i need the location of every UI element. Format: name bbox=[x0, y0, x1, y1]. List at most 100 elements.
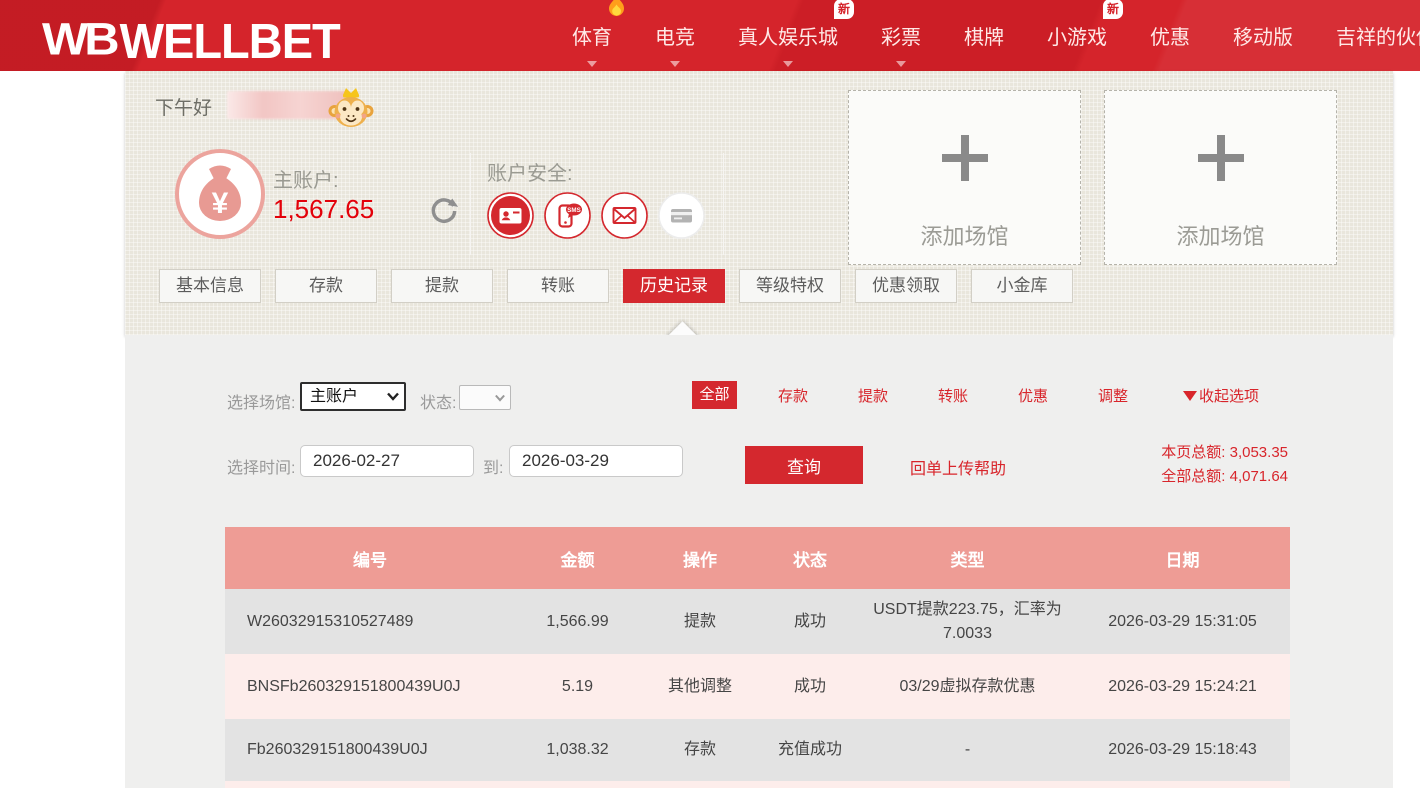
hot-flame-icon bbox=[608, 0, 625, 24]
cell-id: BNSFb260329151800439U0J bbox=[225, 654, 515, 719]
nav-item-mobile[interactable]: 移动版 bbox=[1233, 21, 1293, 50]
svg-text:¥: ¥ bbox=[212, 187, 229, 220]
cell-operation: 提款 bbox=[640, 589, 760, 654]
tab-withdraw[interactable]: 提款 bbox=[391, 269, 493, 303]
nav-item-promotions[interactable]: 优惠 bbox=[1150, 21, 1190, 50]
cell-date: 2026-03-29 15:18:43 bbox=[1075, 719, 1290, 781]
nav-item-sports[interactable]: 体育 bbox=[572, 0, 624, 67]
nav-item-lottery[interactable]: 彩票 bbox=[881, 21, 921, 67]
page-total-label: 本页总额: bbox=[1161, 444, 1226, 461]
venue-filter-label: 选择场馆: bbox=[227, 395, 296, 412]
cell-amount: 1,566.99 bbox=[515, 589, 640, 654]
status-select[interactable] bbox=[459, 385, 511, 410]
col-header-amount: 金额 bbox=[515, 527, 640, 589]
all-total-label: 全部总额: bbox=[1161, 468, 1226, 485]
cell-type: - bbox=[860, 719, 1075, 781]
cell-amount: 5.19 bbox=[515, 654, 640, 719]
type-tab-withdraw[interactable]: 提款 bbox=[833, 385, 913, 406]
receipt-upload-help-link[interactable]: 回单上传帮助 bbox=[910, 455, 1006, 479]
type-tab-deposit[interactable]: 存款 bbox=[753, 385, 833, 406]
tab-vip-privilege[interactable]: 等级特权 bbox=[739, 269, 841, 303]
refresh-balance-icon[interactable] bbox=[428, 195, 460, 227]
main-account-label: 主账户: bbox=[273, 170, 339, 192]
col-header-operation: 操作 bbox=[640, 527, 760, 589]
wellbet-logo[interactable]: WB WELLBET bbox=[42, 12, 341, 68]
account-page: WB WELLBET 体育 电竞 真人娱乐城 新 彩票 棋牌 小游戏 新 优惠 … bbox=[0, 0, 1420, 788]
add-venue-card[interactable]: 添加场馆 bbox=[848, 90, 1081, 265]
top-nav-bar: WB WELLBET 体育 电竞 真人娱乐城 新 彩票 棋牌 小游戏 新 优惠 … bbox=[0, 0, 1420, 71]
add-venue-label: 添加场馆 bbox=[920, 224, 1009, 249]
add-venue-label: 添加场馆 bbox=[1176, 224, 1265, 249]
main-nav-menu: 体育 电竞 真人娱乐城 新 彩票 棋牌 小游戏 新 优惠 移动版 吉祥的伙 bbox=[572, 0, 1420, 71]
greeting-text: 下午好 bbox=[155, 98, 213, 119]
add-venue-card[interactable]: 添加场馆 bbox=[1104, 90, 1337, 265]
chevron-down-icon bbox=[670, 61, 680, 67]
type-tab-transfer[interactable]: 转账 bbox=[913, 385, 993, 406]
table-row: Fb260329151800439U0J 1,038.32 存款 充值成功 - … bbox=[225, 719, 1290, 781]
all-total-value: 4,071.64 bbox=[1229, 468, 1288, 485]
sms-phone-icon[interactable]: SMS bbox=[544, 192, 591, 239]
table-row: BNSFb260329151800439U0J 5.19 其他调整 成功 03/… bbox=[225, 654, 1290, 719]
date-from-input[interactable] bbox=[300, 445, 474, 477]
cell-status: 成功 bbox=[760, 654, 860, 719]
tab-vault[interactable]: 小金库 bbox=[971, 269, 1073, 303]
cell-date: 2026-03-29 15:24:21 bbox=[1075, 654, 1290, 719]
type-tab-adjust[interactable]: 调整 bbox=[1073, 385, 1153, 406]
security-icons-group: SMS bbox=[487, 192, 705, 239]
new-badge: 新 bbox=[1102, 0, 1123, 19]
status-select-wrap bbox=[459, 385, 511, 410]
table-row: W26032915310527489 1,566.99 提款 成功 USDT提款… bbox=[225, 589, 1290, 654]
divider bbox=[723, 153, 724, 255]
chevron-down-icon bbox=[783, 61, 793, 67]
nav-label: 小游戏 bbox=[1047, 27, 1107, 49]
collapse-options-link[interactable]: 收起选项 bbox=[1183, 385, 1259, 406]
tab-promo-claim[interactable]: 优惠领取 bbox=[855, 269, 957, 303]
cell-operation: 存款 bbox=[640, 719, 760, 781]
history-section: 选择场馆: 主账户 状态: 全部 存款 提款 转账 优惠 调整 收起选项 选择时… bbox=[125, 335, 1393, 788]
tab-deposit[interactable]: 存款 bbox=[275, 269, 377, 303]
nav-label: 电竞 bbox=[655, 27, 695, 49]
type-tab-promo[interactable]: 优惠 bbox=[993, 385, 1073, 406]
account-balance: 1,567.65 bbox=[273, 194, 375, 224]
nav-label: 彩票 bbox=[881, 27, 921, 49]
new-badge: 新 bbox=[833, 0, 854, 19]
cell-id: W26032915310527489 bbox=[225, 589, 515, 654]
cell-type: 03/29虚拟存款优惠 bbox=[860, 654, 1075, 719]
col-header-date: 日期 bbox=[1075, 527, 1290, 589]
col-header-id: 编号 bbox=[225, 527, 515, 589]
query-button[interactable]: 查询 bbox=[745, 446, 863, 484]
tab-basic-info[interactable]: 基本信息 bbox=[159, 269, 261, 303]
id-card-icon[interactable] bbox=[487, 192, 534, 239]
divider bbox=[470, 153, 471, 255]
tab-history-active[interactable]: 历史记录 bbox=[623, 269, 725, 303]
email-icon[interactable] bbox=[601, 192, 648, 239]
cell-empty bbox=[225, 781, 1290, 788]
account-panel: 下午好 ¥ 主账户: 1,567.65 账户安全: SMS 基本信息 存款 提款… bbox=[125, 71, 1393, 335]
nav-item-mini-games[interactable]: 小游戏 新 bbox=[1047, 0, 1123, 50]
collapse-options-label: 收起选项 bbox=[1199, 388, 1260, 405]
nav-item-lucky-partner[interactable]: 吉祥的伙伴 bbox=[1336, 21, 1420, 50]
cell-operation: 其他调整 bbox=[640, 654, 760, 719]
nav-label: 吉祥的伙伴 bbox=[1336, 27, 1420, 49]
nav-item-board-games[interactable]: 棋牌 bbox=[964, 21, 1004, 50]
date-to-input[interactable] bbox=[509, 445, 683, 477]
time-filter-label: 选择时间: bbox=[227, 460, 296, 477]
page-total-value: 3,053.35 bbox=[1229, 444, 1288, 461]
nav-item-esports[interactable]: 电竞 bbox=[655, 21, 695, 67]
nav-label: 棋牌 bbox=[964, 27, 1004, 49]
all-total-line: 全部总额: 4,071.64 bbox=[1060, 465, 1288, 489]
chevron-down-icon bbox=[587, 61, 597, 67]
venue-select[interactable]: 主账户 bbox=[300, 382, 406, 411]
tab-transfer[interactable]: 转账 bbox=[507, 269, 609, 303]
triangle-down-icon bbox=[1183, 390, 1197, 401]
type-tab-all-active[interactable]: 全部 bbox=[692, 381, 737, 409]
nav-label: 优惠 bbox=[1150, 27, 1190, 49]
nav-label: 真人娱乐城 bbox=[738, 27, 838, 49]
bank-card-icon[interactable] bbox=[658, 192, 705, 239]
cell-amount: 1,038.32 bbox=[515, 719, 640, 781]
nav-item-live-casino[interactable]: 真人娱乐城 新 bbox=[738, 0, 854, 67]
venue-select-wrap: 主账户 bbox=[300, 382, 406, 411]
logo-text: WELLBET bbox=[119, 12, 341, 68]
records-table: 编号 金额 操作 状态 类型 日期 W26032915310527489 1,5… bbox=[225, 527, 1290, 788]
cell-date: 2026-03-29 15:31:05 bbox=[1075, 589, 1290, 654]
